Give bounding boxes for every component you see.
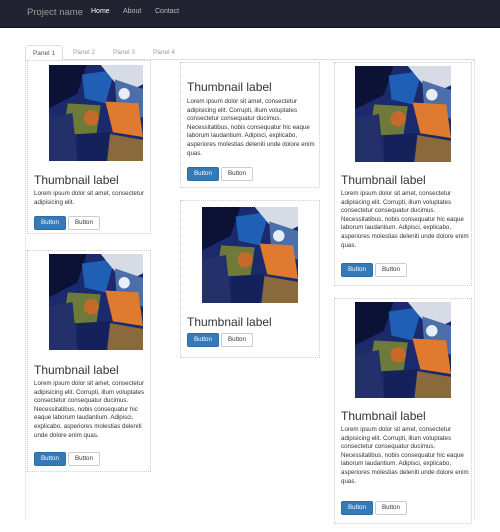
secondary-button[interactable]: Button	[221, 167, 253, 181]
thumbnail-card: Thumbnail label Lorem ipsum dolor sit am…	[27, 250, 151, 472]
thumbnail-image	[202, 207, 298, 303]
secondary-button[interactable]: Button	[375, 501, 407, 515]
thumbnail-text: Lorem ipsum dolor sit amet, consectetur …	[34, 380, 145, 439]
thumbnail-text: Lorem ipsum dolor sit amet, consectetur …	[34, 190, 145, 206]
thumbnail-label: Thumbnail label	[34, 363, 119, 377]
thumbnail-card: Thumbnail label Lorem ipsum dolor sit am…	[180, 62, 320, 188]
thumbnail-text: Lorem ipsum dolor sit amet, consectetur …	[341, 190, 469, 249]
thumbnail-card: Thumbnail label Lorem ipsum dolor sit am…	[334, 62, 472, 286]
nav-about-link[interactable]: About	[123, 8, 141, 15]
thumbnail-card: Thumbnail label Lorem ipsum dolor sit am…	[27, 60, 151, 234]
thumbnail-image	[49, 254, 143, 350]
secondary-button[interactable]: Button	[68, 452, 100, 466]
thumbnail-image	[49, 65, 143, 161]
thumbnail-label: Thumbnail label	[34, 173, 119, 187]
tab-panel-4[interactable]: Panel 4	[145, 45, 183, 60]
nav-home-link[interactable]: Home	[91, 8, 110, 15]
thumbnail-card: Thumbnail label Lorem ipsum dolor sit am…	[334, 298, 472, 524]
content-border-right	[474, 60, 475, 520]
thumbnail-image	[355, 66, 451, 162]
content-border-left	[25, 60, 26, 520]
thumbnail-label: Thumbnail label	[187, 80, 272, 94]
thumbnail-text: Lorem ipsum dolor sit amet, consectetur …	[341, 426, 469, 485]
primary-button[interactable]: Button	[187, 167, 219, 181]
brand-link[interactable]: Project name	[27, 7, 83, 18]
secondary-button[interactable]: Button	[375, 263, 407, 277]
primary-button[interactable]: Button	[341, 263, 373, 277]
thumbnail-card: Thumbnail label Button Button	[180, 200, 320, 358]
secondary-button[interactable]: Button	[221, 333, 253, 347]
thumbnail-label: Thumbnail label	[187, 315, 272, 329]
tab-panel-1[interactable]: Panel 1	[25, 45, 63, 61]
top-navbar: Project name Home About Contact	[0, 0, 500, 28]
nav-contact-link[interactable]: Contact	[155, 8, 179, 15]
panel-tabs: Panel 1 Panel 2 Panel 3 Panel 4	[25, 45, 475, 61]
thumbnail-label: Thumbnail label	[341, 173, 426, 187]
tab-panel-2[interactable]: Panel 2	[65, 45, 103, 60]
thumbnail-label: Thumbnail label	[341, 409, 426, 423]
primary-button[interactable]: Button	[341, 501, 373, 515]
thumbnail-image	[355, 302, 451, 398]
primary-button[interactable]: Button	[34, 216, 66, 230]
tab-panel-3[interactable]: Panel 3	[105, 45, 143, 60]
thumbnail-text: Lorem ipsum dolor sit amet, consectetur …	[187, 98, 315, 157]
secondary-button[interactable]: Button	[68, 216, 100, 230]
primary-button[interactable]: Button	[187, 333, 219, 347]
primary-button[interactable]: Button	[34, 452, 66, 466]
